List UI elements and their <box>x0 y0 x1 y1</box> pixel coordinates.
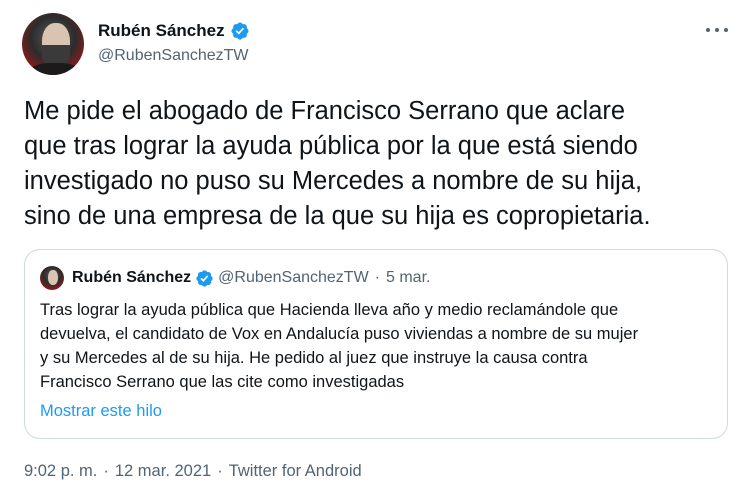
avatar-shirt <box>30 63 80 75</box>
author-name-row: Rubén Sánchez <box>98 21 250 41</box>
quoted-tweet-text: Tras lograr la ayuda pública que Haciend… <box>40 301 639 391</box>
more-dot-icon <box>715 28 719 32</box>
tweet-time[interactable]: 9:02 p. m. <box>24 462 97 481</box>
quoted-avatar <box>40 266 64 290</box>
verified-badge-icon <box>230 21 250 41</box>
tweet-text: Me pide el abogado de Francisco Serrano … <box>24 97 651 230</box>
verified-badge-icon <box>195 269 214 288</box>
avatar[interactable] <box>22 13 84 75</box>
quoted-tweet[interactable]: Rubén Sánchez @RubenSanchezTW · 5 mar. T… <box>24 249 728 439</box>
author-handle[interactable]: @RubenSanchezTW <box>98 47 249 65</box>
more-dot-icon <box>706 28 710 32</box>
quoted-avatar-face <box>48 270 58 285</box>
quoted-tweet-header: Rubén Sánchez @RubenSanchezTW · 5 mar. <box>40 266 430 290</box>
tweet-header: Rubén Sánchez @RubenSanchezTW <box>22 13 732 77</box>
meta-separator: · <box>217 462 223 480</box>
quoted-separator: · <box>374 269 380 286</box>
tweet-date[interactable]: 12 mar. 2021 <box>115 462 211 481</box>
more-dot-icon <box>724 28 728 32</box>
quoted-date[interactable]: 5 mar. <box>386 269 430 287</box>
more-options-icon[interactable] <box>706 21 728 39</box>
show-thread-link[interactable]: Mostrar este hilo <box>40 402 162 421</box>
meta-separator: · <box>103 462 109 480</box>
tweet-source[interactable]: Twitter for Android <box>229 462 362 481</box>
tweet-meta: 9:02 p. m. · 12 mar. 2021 · Twitter for … <box>24 462 362 481</box>
quoted-handle: @RubenSanchezTW <box>218 269 369 286</box>
author-display-name[interactable]: Rubén Sánchez <box>98 21 225 41</box>
quoted-display-name: Rubén Sánchez <box>72 269 192 286</box>
